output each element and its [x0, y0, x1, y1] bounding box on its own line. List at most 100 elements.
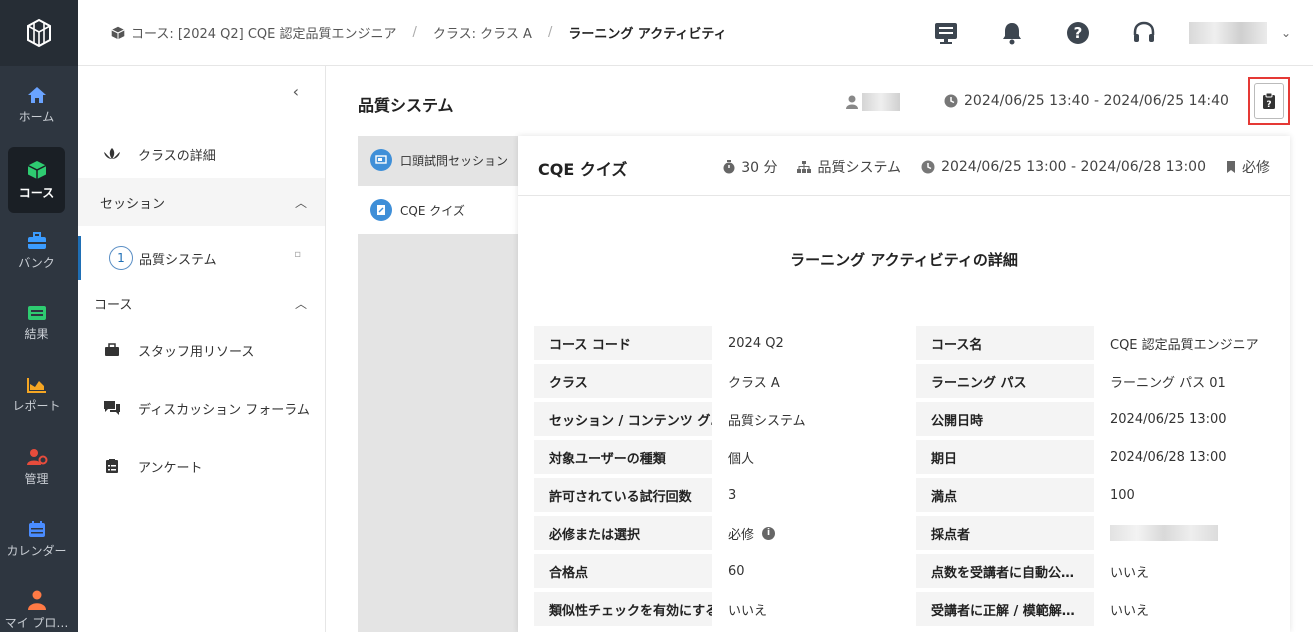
svg-text:?: ?	[1074, 24, 1083, 42]
session-section-header[interactable]: セッション ︿	[78, 178, 325, 226]
detail-row: 合格点 60 点数を受講者に自動公… いいえ	[534, 554, 1274, 588]
user-icon	[846, 95, 858, 109]
detail-label: 必修または選択	[534, 516, 712, 550]
detail-value: クラス A	[728, 375, 780, 391]
info-icon[interactable]: i	[762, 526, 776, 540]
breadcrumb-current: ラーニング アクティビティ	[568, 27, 727, 42]
required-meta: 必修	[1226, 157, 1270, 177]
nav-item-label: 管理	[24, 471, 49, 486]
nav-item-course[interactable]: コース	[8, 147, 65, 213]
session-item-status-icon: ▫	[294, 249, 301, 260]
detail-label: 対象ユーザーの種類	[534, 440, 712, 474]
staff-resources-label: スタッフ用リソース	[138, 344, 255, 360]
detail-row: セッション / コンテンツ グ… 品質システム 公開日時 2024/06/25 …	[534, 402, 1274, 436]
sitemap-icon	[797, 161, 812, 173]
detail-value: 必修 i	[728, 516, 776, 550]
detail-label: 合格点	[534, 554, 712, 588]
activity-detail-card: CQE クイズ 30 分 品質システム 2024/06/25 13:00 - 2…	[518, 136, 1290, 632]
course-section-header[interactable]: コース ︿	[78, 292, 325, 314]
collapse-panel-button[interactable]: ‹	[293, 82, 299, 101]
detail-value: 2024 Q2	[728, 335, 784, 351]
nav-item-home[interactable]: ホーム	[8, 72, 65, 138]
quiz-doc-icon	[370, 199, 392, 221]
app-logo[interactable]	[0, 0, 78, 66]
session-time: 2024/06/25 13:40 - 2024/06/25 14:40	[944, 93, 1229, 109]
presentation-icon	[370, 149, 392, 171]
group-text: 品質システム	[817, 160, 902, 176]
home-icon	[27, 86, 46, 103]
detail-value: いいえ	[728, 603, 768, 619]
breadcrumb-course[interactable]: コース: [2024 Q2] CQE 認定品質エンジニア	[131, 23, 397, 42]
help-button[interactable]: ?	[1045, 21, 1111, 45]
detail-label: ラーニング パス	[916, 364, 1094, 398]
card-title: CQE クイズ	[538, 160, 628, 179]
detail-value: 60	[728, 563, 745, 579]
course-section-label: コース	[94, 297, 133, 313]
notifications-button[interactable]	[979, 21, 1045, 45]
cube-icon	[27, 160, 46, 179]
lotus-icon	[102, 147, 122, 161]
breadcrumb-class[interactable]: クラス: クラス A	[433, 23, 532, 42]
page-title: 品質システム	[358, 96, 454, 115]
nav-item-calendar[interactable]: カレンダー	[6, 506, 67, 572]
detail-value: 2024/06/25 13:00	[1110, 411, 1227, 427]
nav-item-admin[interactable]: 管理	[8, 434, 65, 500]
nav-item-label: マイ プロ…	[4, 616, 69, 630]
class-detail-link[interactable]: クラスの詳細	[78, 132, 325, 176]
discussion-forum-link[interactable]: ディスカッション フォーラム	[78, 396, 325, 420]
toolbox-icon	[27, 231, 46, 249]
group-meta: 品質システム	[797, 157, 901, 177]
comments-icon	[102, 400, 122, 416]
calendar-icon	[28, 520, 45, 537]
survey-link[interactable]: アンケート	[78, 454, 325, 478]
svg-text:?: ?	[1266, 100, 1271, 110]
nav-item-bank[interactable]: バンク	[8, 218, 65, 284]
required-value: 必修	[728, 527, 755, 543]
logo-icon	[27, 18, 51, 48]
grader-name-redacted	[1110, 525, 1218, 541]
period-meta: 2024/06/25 13:00 - 2024/06/28 13:00	[921, 159, 1206, 175]
detail-row: 対象ユーザーの種類 個人 期日 2024/06/28 13:00	[534, 440, 1274, 474]
detail-value: 2024/06/28 13:00	[1110, 449, 1227, 465]
detail-value: 100	[1110, 487, 1135, 503]
main-content: 品質システム 2024/06/25 13:40 - 2024/06/25 14:…	[326, 66, 1313, 632]
activity-item-cqe-quiz[interactable]: CQE クイズ	[358, 186, 518, 234]
session-number-badge: 1	[109, 246, 133, 270]
detail-value: 個人	[728, 451, 755, 467]
announcement-button[interactable]	[913, 22, 979, 44]
main-nav-rail: ホーム コース バンク 結果 レポート 管理 カレンダー マイ プロ…	[0, 0, 78, 632]
clipboard-question-icon: ?	[1263, 92, 1275, 110]
nav-item-report[interactable]: レポート	[8, 362, 65, 428]
activity-item-label: 口頭試問セッション	[400, 153, 509, 168]
nav-item-label: レポート	[12, 398, 61, 413]
chevron-up-icon: ︿	[294, 296, 307, 311]
user-avatar[interactable]	[1188, 22, 1267, 44]
detail-value: 3	[728, 487, 737, 503]
nav-item-my-profile[interactable]: マイ プロ…	[5, 578, 68, 632]
detail-label: 採点者	[916, 516, 1094, 550]
clock-icon	[921, 160, 935, 174]
card-meta: 30 分 品質システム 2024/06/25 13:00 - 2024/06/2…	[703, 157, 1270, 177]
detail-value: 品質システム	[728, 413, 806, 429]
nav-item-results[interactable]: 結果	[8, 290, 65, 356]
chevron-down-icon[interactable]: ⌄	[1281, 26, 1291, 40]
duration-meta: 30 分	[723, 157, 777, 177]
quiz-action-button[interactable]: ?	[1248, 77, 1290, 125]
instructor-info	[846, 93, 900, 111]
staff-resources-link[interactable]: スタッフ用リソース	[78, 338, 325, 362]
session-time-range: 2024/06/25 13:40 - 2024/06/25 14:40	[964, 93, 1229, 109]
session-item[interactable]: 1 品質システム ▫	[78, 236, 325, 280]
detail-label: コース名	[916, 326, 1094, 360]
activity-item-oral-exam[interactable]: 口頭試問セッション	[358, 136, 518, 184]
top-header: コース: [2024 Q2] CQE 認定品質エンジニア / クラス: クラス …	[78, 0, 1313, 66]
support-button[interactable]	[1111, 21, 1177, 45]
duration-text: 30 分	[741, 160, 778, 176]
app: ホーム コース バンク 結果 レポート 管理 カレンダー マイ プロ… コース:…	[0, 0, 1313, 632]
activity-list: 口頭試問セッション CQE クイズ	[358, 136, 518, 632]
detail-label: セッション / コンテンツ グ…	[534, 402, 712, 436]
quiz-button-frame: ?	[1254, 83, 1284, 119]
nav-item-label: カレンダー	[6, 543, 67, 558]
header-actions: ? ⌄	[913, 0, 1313, 66]
board-icon	[934, 23, 957, 44]
breadcrumb-separator: /	[412, 25, 417, 40]
